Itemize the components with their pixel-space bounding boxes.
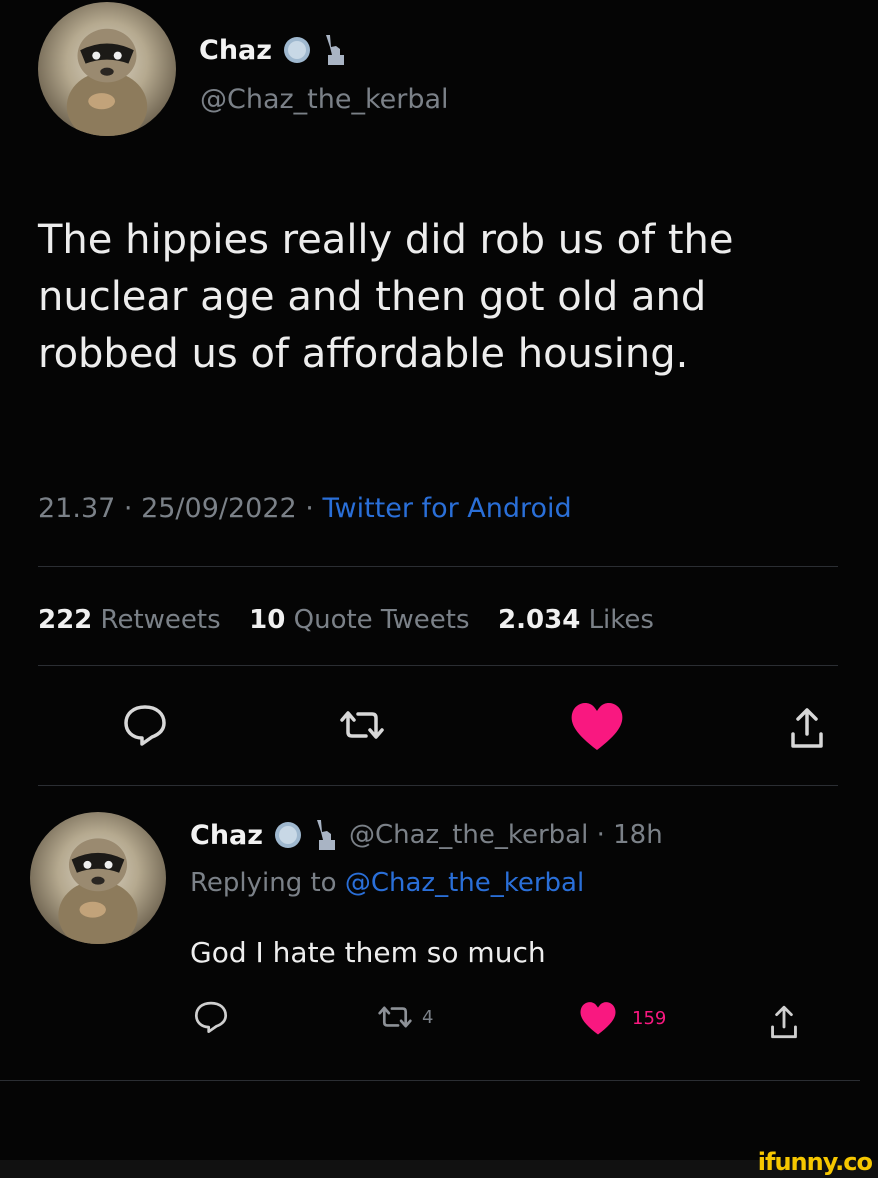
tweet-text-line: robbed us of affordable housing.	[38, 331, 689, 377]
retweets-count: 222	[38, 605, 93, 635]
reply-icon[interactable]	[193, 1000, 229, 1034]
retweets-stat[interactable]: 222 Retweets	[38, 605, 229, 635]
likes-label: Likes	[588, 605, 654, 635]
tweet-text-line: The hippies really did rob us of the	[38, 217, 734, 263]
heart-icon	[578, 1000, 618, 1036]
heart-icon[interactable]	[568, 700, 626, 752]
reply-handle-time[interactable]: @Chaz_the_kerbal · 18h	[349, 820, 663, 850]
tweet-text-line: nuclear age and then got old and	[38, 274, 707, 320]
tweet-stats: 222 Retweets 10 Quote Tweets 2.034 Likes	[38, 605, 654, 635]
reply-icon[interactable]	[122, 703, 168, 747]
quotes-count: 10	[249, 605, 286, 635]
verified-badge-icon	[273, 820, 303, 850]
quotes-stat[interactable]: 10 Quote Tweets	[249, 605, 478, 635]
divider	[38, 785, 838, 786]
share-icon[interactable]	[770, 1004, 798, 1040]
divider	[38, 566, 838, 567]
reply-retweet-action[interactable]: 4	[378, 1004, 433, 1030]
reply-text: God I hate them so much	[190, 936, 546, 969]
tweet-meta: 21.37 · 25/09/2022 · Twitter for Android	[38, 493, 572, 524]
verified-badge-icon	[282, 35, 312, 65]
separator: ·	[123, 493, 133, 524]
watermark-bar	[0, 1160, 878, 1178]
avatar[interactable]	[38, 2, 176, 136]
separator: ·	[305, 493, 314, 524]
share-icon[interactable]	[790, 706, 824, 750]
reply-like-action[interactable]: 159	[578, 1000, 666, 1036]
divider	[0, 1080, 860, 1081]
ifunny-watermark: ifunny.co	[757, 1148, 873, 1176]
tweet-source-link[interactable]: Twitter for Android	[322, 493, 571, 524]
quotes-label: Quote Tweets	[293, 605, 470, 635]
reply-retweet-count: 4	[422, 1006, 434, 1028]
tweet-time: 21.37	[38, 493, 116, 524]
reply-like-count: 159	[632, 1007, 667, 1029]
tweet-text: The hippies really did rob us of the nuc…	[38, 212, 734, 383]
statue-of-liberty-icon	[313, 818, 339, 852]
retweet-icon[interactable]	[340, 708, 384, 742]
reply-avatar[interactable]	[30, 812, 166, 944]
replying-handle-link[interactable]: @Chaz_the_kerbal	[345, 868, 584, 898]
replying-prefix: Replying to	[190, 868, 337, 898]
divider	[38, 665, 838, 666]
retweet-icon	[378, 1004, 412, 1030]
likes-count: 2.034	[498, 605, 581, 635]
statue-of-liberty-icon	[322, 33, 348, 67]
handle[interactable]: @Chaz_the_kerbal	[200, 84, 449, 115]
likes-stat[interactable]: 2.034 Likes	[498, 605, 654, 635]
tweet-date: 25/09/2022	[141, 493, 297, 524]
display-name[interactable]: Chaz	[199, 35, 272, 66]
retweets-label: Retweets	[100, 605, 221, 635]
replying-to: Replying to @Chaz_the_kerbal	[190, 868, 584, 898]
reply-display-name[interactable]: Chaz	[190, 820, 263, 851]
